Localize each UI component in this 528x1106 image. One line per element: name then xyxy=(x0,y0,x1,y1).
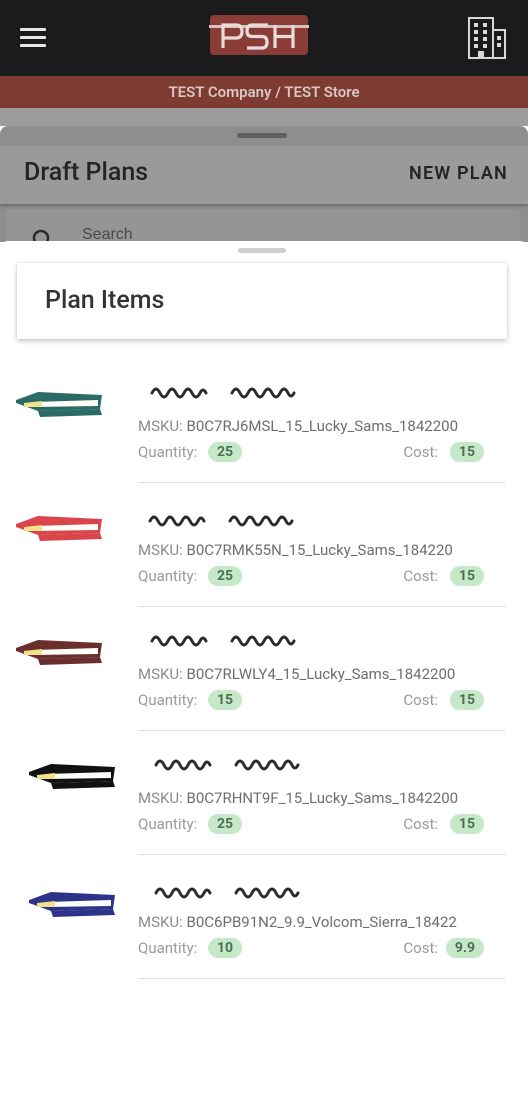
plan-item[interactable]: MSKU: B0C7RLWLY4_15_Lucky_Sams_1842200 Q… xyxy=(0,607,528,731)
cost-label: Cost: xyxy=(403,815,438,833)
sku-label: MSKU: xyxy=(138,913,183,931)
item-sku: MSKU: B0C7RHNT9F_15_Lucky_Sams_1842200 xyxy=(138,789,486,807)
book-icon xyxy=(29,892,115,917)
plan-item[interactable]: MSKU: B0C7RHNT9F_15_Lucky_Sams_1842200 Q… xyxy=(0,731,528,855)
book-icon xyxy=(29,764,115,789)
scribble-title xyxy=(154,759,300,771)
item-meta: Quantity: 15 Cost: 15 xyxy=(138,688,486,712)
item-sku: MSKU: B0C7RMK55N_15_Lucky_Sams_184220 xyxy=(138,541,486,559)
quantity-badge: 25 xyxy=(208,566,243,586)
sku-label: MSKU: xyxy=(138,417,183,435)
scribble-title xyxy=(150,635,296,647)
sku-value: B0C6PB91N2_9.9_Volcom_Sierra_18422 xyxy=(186,913,457,931)
draft-plans-sheet: Draft Plans NEW PLAN xyxy=(0,126,528,251)
quantity-badge: 25 xyxy=(208,442,243,462)
plan-items-drag-handle[interactable] xyxy=(238,248,286,253)
book-icon xyxy=(16,392,102,417)
scribble-title xyxy=(148,515,294,527)
draft-plans-title: Draft Plans xyxy=(24,158,149,187)
cost-label: Cost: xyxy=(403,567,438,585)
hamburger-menu-icon[interactable] xyxy=(20,26,48,48)
quantity-badge: 25 xyxy=(208,814,243,834)
book-icon xyxy=(16,516,102,541)
item-meta: Quantity: 25 Cost: 15 xyxy=(138,812,486,836)
draft-plans-header: Draft Plans NEW PLAN xyxy=(0,146,528,204)
quantity-label: Quantity: xyxy=(138,443,198,461)
cost-label: Cost: xyxy=(403,939,438,957)
sku-label: MSKU: xyxy=(138,665,183,683)
sku-value: B0C7RJ6MSL_15_Lucky_Sams_1842200 xyxy=(186,417,458,435)
item-sku: MSKU: B0C7RJ6MSL_15_Lucky_Sams_1842200 xyxy=(138,417,486,435)
plan-item-list: MSKU: B0C7RJ6MSL_15_Lucky_Sams_1842200 Q… xyxy=(0,359,528,979)
cost-label: Cost: xyxy=(403,691,438,709)
company-store-breadcrumb[interactable]: TEST Company / TEST Store xyxy=(0,76,528,108)
sku-value: B0C7RHNT9F_15_Lucky_Sams_1842200 xyxy=(186,789,459,807)
item-sku: MSKU: B0C7RLWLY4_15_Lucky_Sams_1842200 xyxy=(138,665,486,683)
app-header xyxy=(0,0,528,76)
quantity-label: Quantity: xyxy=(138,567,198,585)
scribble-title xyxy=(154,887,300,899)
item-sku: MSKU: B0C6PB91N2_9.9_Volcom_Sierra_18422 xyxy=(138,913,486,931)
scribble-title xyxy=(150,387,296,399)
psh-logo xyxy=(209,15,309,55)
plan-item[interactable]: MSKU: B0C7RMK55N_15_Lucky_Sams_184220 Qu… xyxy=(0,483,528,607)
quantity-label: Quantity: xyxy=(138,691,198,709)
cost-label: Cost: xyxy=(403,443,438,461)
cost-badge: 15 xyxy=(449,814,484,834)
cost-badge: 9.9 xyxy=(445,938,484,958)
item-meta: Quantity: 25 Cost: 15 xyxy=(138,440,486,464)
item-meta: Quantity: 25 Cost: 15 xyxy=(138,564,486,588)
sku-value: B0C7RLWLY4_15_Lucky_Sams_1842200 xyxy=(186,665,456,683)
sku-label: MSKU: xyxy=(138,541,183,559)
plan-items-header: Plan Items xyxy=(17,263,507,339)
plan-item[interactable]: MSKU: B0C7RJ6MSL_15_Lucky_Sams_1842200 Q… xyxy=(0,359,528,483)
app-screen: TEST Company / TEST Store Draft Plans NE… xyxy=(0,0,528,1106)
building-icon[interactable] xyxy=(466,16,508,60)
book-icon xyxy=(16,640,102,665)
quantity-badge: 15 xyxy=(208,690,243,710)
cost-badge: 15 xyxy=(449,690,484,710)
draft-plans-drag-handle[interactable] xyxy=(237,133,287,138)
sku-label: MSKU: xyxy=(138,789,183,807)
item-meta: Quantity: 10 Cost: 9.9 xyxy=(138,936,486,960)
sku-value: B0C7RMK55N_15_Lucky_Sams_184220 xyxy=(186,541,453,559)
plan-item[interactable]: MSKU: B0C6PB91N2_9.9_Volcom_Sierra_18422… xyxy=(0,855,528,979)
plan-items-title: Plan Items xyxy=(45,286,165,315)
scrim xyxy=(0,108,528,126)
quantity-badge: 10 xyxy=(208,938,243,958)
quantity-label: Quantity: xyxy=(138,939,198,957)
divider xyxy=(138,978,506,979)
quantity-label: Quantity: xyxy=(138,815,198,833)
cost-badge: 15 xyxy=(449,566,484,586)
cost-badge: 15 xyxy=(449,442,484,462)
new-plan-button[interactable]: NEW PLAN xyxy=(409,163,508,184)
plan-items-sheet: Plan Items MSKU: B0C7RJ6MSL_15_Lucky_Sam… xyxy=(0,241,528,1106)
